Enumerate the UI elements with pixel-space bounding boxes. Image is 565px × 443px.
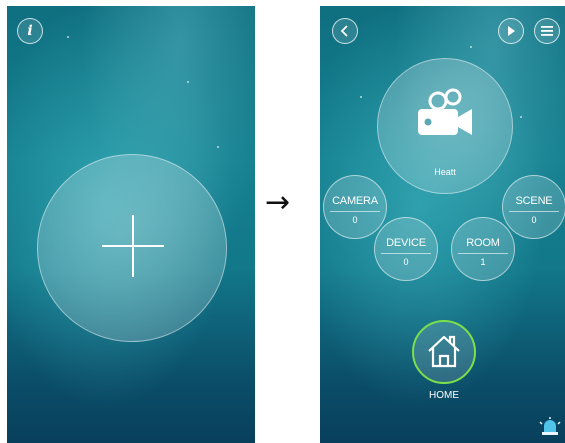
room-category-button[interactable]: ROOM 1 <box>451 217 515 281</box>
info-icon: i <box>27 23 33 39</box>
left-screen: i <box>7 6 255 443</box>
right-screen: Heatt CAMERA 0 SCENE 0 DEVICE 0 ROOM 1 H… <box>320 6 565 443</box>
camera-hub-button[interactable]: Heatt <box>377 58 513 194</box>
divider <box>330 211 380 212</box>
home-label: HOME <box>429 390 459 401</box>
camera-category-label: CAMERA <box>332 195 378 207</box>
star <box>360 96 362 98</box>
info-button[interactable]: i <box>17 18 43 44</box>
video-camera-icon <box>418 88 472 135</box>
play-button[interactable] <box>498 18 524 44</box>
room-category-label: ROOM <box>466 237 500 249</box>
device-category-button[interactable]: DEVICE 0 <box>374 217 438 281</box>
scene-category-count: 0 <box>531 215 537 225</box>
home-button[interactable] <box>412 320 476 384</box>
device-category-count: 0 <box>403 257 409 267</box>
room-category-count: 1 <box>480 257 486 267</box>
back-button[interactable] <box>332 18 358 44</box>
play-icon <box>508 26 515 36</box>
transition-arrow: → <box>265 185 291 220</box>
chevron-left-icon <box>340 25 348 37</box>
device-category-label: DEVICE <box>386 237 426 249</box>
scene-category-button[interactable]: SCENE 0 <box>502 175 565 239</box>
star <box>187 81 189 83</box>
star <box>470 46 472 48</box>
house-icon <box>428 335 460 368</box>
camera-category-button[interactable]: CAMERA 0 <box>323 175 387 239</box>
star <box>67 36 69 38</box>
star <box>217 146 219 148</box>
camera-hub-label: Heatt <box>434 167 456 177</box>
menu-icon <box>541 26 553 36</box>
menu-button[interactable] <box>534 18 560 44</box>
camera-category-count: 0 <box>352 215 358 225</box>
scene-category-label: SCENE <box>515 195 553 207</box>
divider <box>509 211 559 212</box>
divider <box>458 253 508 254</box>
alarm-light-icon[interactable] <box>539 416 561 436</box>
divider <box>381 253 431 254</box>
add-device-button[interactable] <box>37 154 227 342</box>
star <box>520 116 522 118</box>
